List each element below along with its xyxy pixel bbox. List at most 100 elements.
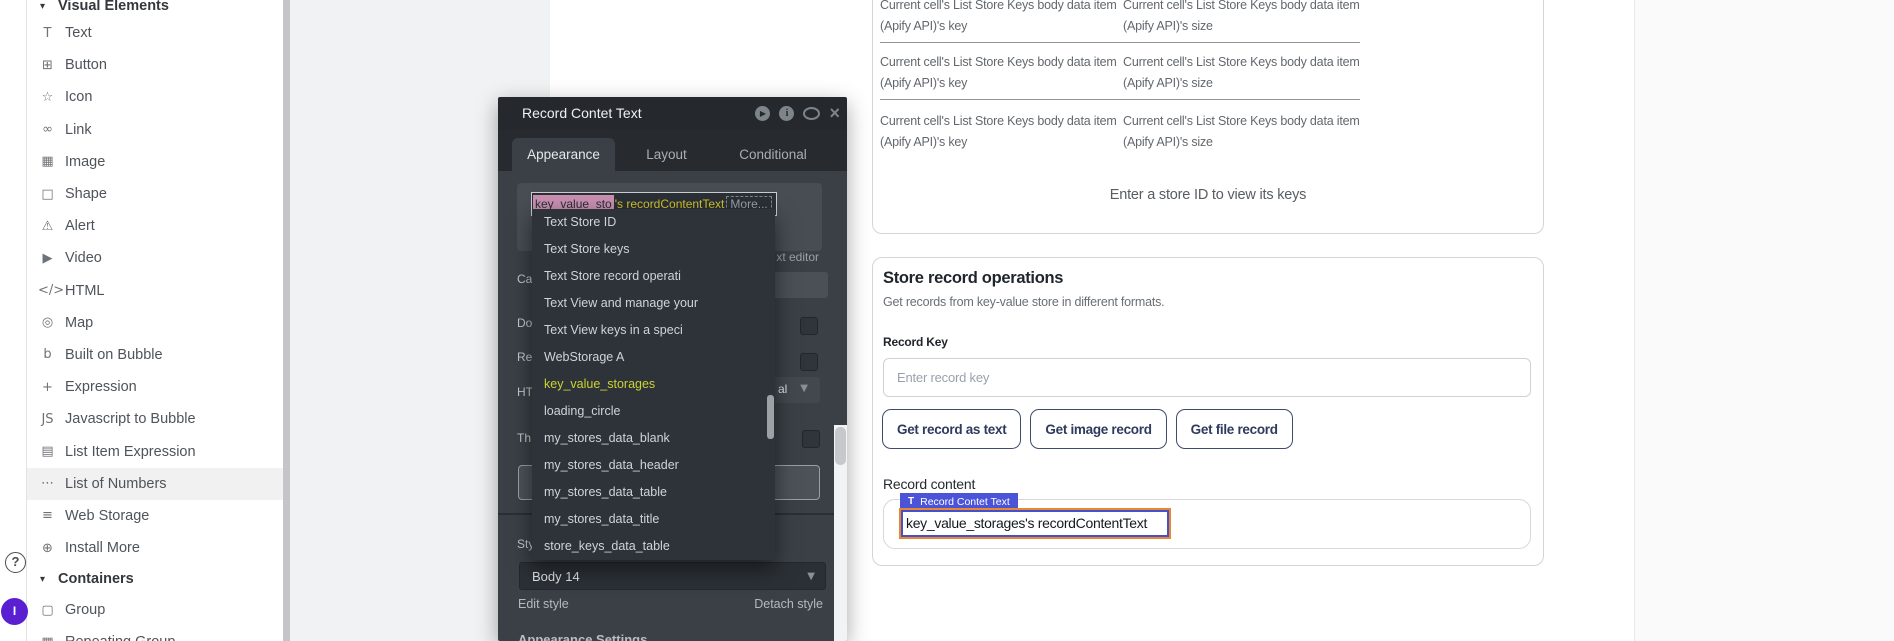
sidebar-item-label: Install More (65, 540, 140, 556)
size-cell[interactable]: Current cell's List Store Keys body data… (1123, 0, 1361, 37)
store-record-operations-card[interactable]: Store record operations Get records from… (872, 257, 1544, 566)
key-cell[interactable]: Current cell's List Store Keys body data… (880, 0, 1118, 37)
dropdown-option[interactable]: my_stores_data_table (532, 479, 775, 506)
sidebar-item-group[interactable]: ▢ Group (27, 594, 283, 626)
checkbox[interactable] (802, 430, 820, 448)
section-label: Containers (58, 571, 134, 587)
alert-icon: ⚠ (38, 219, 57, 234)
sidebar-item-html[interactable]: </> HTML (27, 275, 283, 307)
style-dropdown[interactable]: Body 14 ▼ (519, 562, 826, 590)
info-icon[interactable]: i (779, 106, 794, 121)
help-icon[interactable]: ? (5, 552, 26, 573)
sidebar-item-link[interactable]: ∞ Link (27, 114, 283, 146)
selected-text-element[interactable]: key_value_storages's recordContentText (901, 510, 1169, 537)
key-cell[interactable]: Current cell's List Store Keys body data… (880, 52, 1118, 94)
selected-element-name: Record Contet Text (920, 496, 1010, 508)
card-subtitle: Get records from key-value store in diff… (883, 295, 1164, 309)
record-key-input[interactable] (883, 358, 1531, 397)
sidebar-item-button[interactable]: ⊞ Button (27, 49, 283, 81)
sidebar-item-list-of-numbers[interactable]: ⋯ List of Numbers (27, 468, 283, 500)
button-icon: ⊞ (38, 58, 57, 73)
sidebar-item-map[interactable]: ◎ Map (27, 307, 283, 339)
dropdown-scrollbar-thumb[interactable] (767, 395, 774, 439)
occluded-label: Do (517, 316, 532, 330)
left-gutter: ? I (0, 0, 26, 641)
get-file-record-button[interactable]: Get file record (1176, 409, 1293, 449)
empty-state-message: Enter a store ID to view its keys (873, 187, 1543, 203)
sidebar-item-label: Alert (65, 218, 95, 234)
comment-icon[interactable] (803, 107, 820, 120)
sidebar-item-text[interactable]: T Text (27, 17, 283, 49)
store-keys-card[interactable]: Current cell's List Store Keys body data… (872, 0, 1544, 234)
avatar[interactable]: I (1, 598, 28, 625)
dropdown-option[interactable]: Text Store record operati (532, 263, 775, 290)
sidebar-item-label: Link (65, 122, 92, 138)
key-cell[interactable]: Current cell's List Store Keys body data… (880, 111, 1118, 153)
sidebar-item-alert[interactable]: ⚠ Alert (27, 210, 283, 242)
selected-element-badge[interactable]: T Record Contet Text (900, 493, 1018, 510)
sidebar-item-repeating-group[interactable]: ▦ Repeating Group (27, 626, 283, 641)
outside-page-area (1634, 0, 1894, 641)
sidebar-item-label: Icon (65, 89, 92, 105)
get-record-as-text-button[interactable]: Get record as text (882, 409, 1021, 449)
sidebar-scrollbar[interactable] (283, 0, 290, 641)
edit-style-link[interactable]: Edit style (518, 597, 569, 611)
sidebar-item-video[interactable]: ▶ Video (27, 242, 283, 274)
sidebar-item-install-more[interactable]: ⊕ Install More (27, 532, 283, 564)
sidebar-item-image[interactable]: ▦ Image (27, 146, 283, 178)
tab-conditional[interactable]: Conditional (718, 138, 828, 171)
dropdown-option[interactable]: my_stores_data_blank (532, 425, 775, 452)
dropdown-option[interactable]: my_stores_data_header (532, 452, 775, 479)
dropdown-option[interactable]: Text Store ID (532, 209, 775, 236)
sidebar-item-javascript-to-bubble[interactable]: JS Javascript to Bubble (27, 403, 283, 435)
tab-layout[interactable]: Layout (615, 138, 718, 171)
sidebar-item-label: Button (65, 57, 107, 73)
sidebar-item-icon[interactable]: ☆ Icon (27, 81, 283, 113)
appearance-settings-heading: Appearance Settings (518, 632, 647, 641)
checkbox[interactable] (800, 353, 818, 371)
storage-icon: ≡ (38, 508, 57, 523)
tab-appearance[interactable]: Appearance (512, 138, 615, 171)
sidebar-item-shape[interactable]: □ Shape (27, 178, 283, 210)
dropdown-option[interactable]: my_stores_data_title (532, 506, 775, 533)
plus-icon: + (38, 380, 57, 395)
panel-header[interactable]: Record Contet Text ▶ i × (498, 97, 847, 130)
sidebar-item-label: Web Storage (65, 508, 149, 524)
expression-autocomplete-dropdown: Text Store ID Text Store keys Text Store… (532, 209, 775, 560)
size-cell[interactable]: Current cell's List Store Keys body data… (1123, 52, 1361, 94)
dropdown-option[interactable]: store_keys_data_table (532, 533, 775, 560)
get-image-record-button[interactable]: Get image record (1030, 409, 1166, 449)
dropdown-option[interactable]: Text View and manage your (532, 290, 775, 317)
image-icon: ▦ (38, 154, 57, 169)
panel-scrollbar[interactable] (834, 425, 847, 641)
sidebar-item-web-storage[interactable]: ≡ Web Storage (27, 500, 283, 532)
collapse-triangle-icon: ▾ (40, 574, 58, 585)
rich-text-editor-link[interactable]: xt editor (776, 250, 819, 264)
sidebar-item-label: Javascript to Bubble (65, 411, 196, 427)
sidebar-item-list-item-expression[interactable]: ▤ List Item Expression (27, 435, 283, 467)
sidebar-item-built-on-bubble[interactable]: b Built on Bubble (27, 339, 283, 371)
dropdown-option[interactable]: loading_circle (532, 398, 775, 425)
sidebar-item-label: Image (65, 154, 105, 170)
panel-scrollbar-thumb[interactable] (835, 427, 846, 465)
shape-icon: □ (38, 187, 57, 202)
dropdown-option[interactable]: WebStorage A (532, 344, 775, 371)
record-content-label: Record content (883, 476, 975, 492)
close-icon[interactable]: × (829, 106, 840, 121)
sidebar-item-label: Expression (65, 379, 137, 395)
checkbox[interactable] (800, 317, 818, 335)
ellipsis-icon: ⋯ (38, 476, 57, 491)
occluded-label: Ca (517, 272, 532, 286)
play-icon[interactable]: ▶ (755, 106, 770, 121)
detach-style-link[interactable]: Detach style (754, 597, 823, 611)
elements-sidebar: ▾ Visual Elements T Text ⊞ Button ☆ Icon… (26, 0, 290, 641)
sidebar-item-label: List Item Expression (65, 444, 196, 460)
sidebar-item-expression[interactable]: + Expression (27, 371, 283, 403)
sidebar-item-label: Map (65, 315, 93, 331)
size-cell[interactable]: Current cell's List Store Keys body data… (1123, 111, 1361, 153)
dropdown-option-highlighted[interactable]: key_value_storages (532, 371, 775, 398)
dropdown-option[interactable]: Text Store keys (532, 236, 775, 263)
occluded-label: HT (517, 385, 533, 399)
section-header-containers[interactable]: ▾ Containers (27, 564, 283, 594)
dropdown-option[interactable]: Text View keys in a speci (532, 317, 775, 344)
